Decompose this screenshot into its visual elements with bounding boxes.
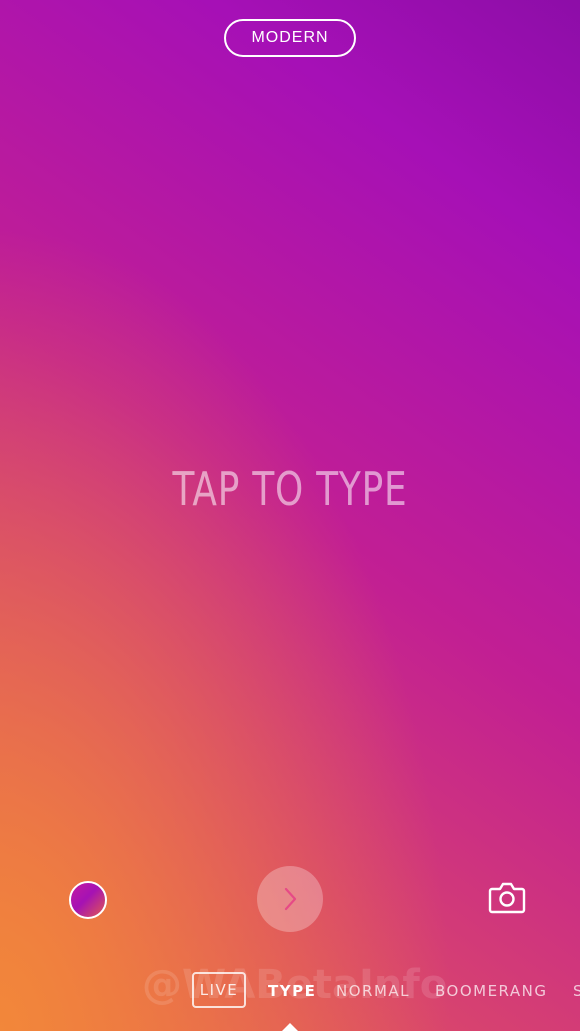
mode-live[interactable]: LIVE [192,972,246,1008]
type-mode-screen: MODERN TAP TO TYPE @WABetaInfo LIVE TYPE… [0,0,580,1031]
mode-superzoom[interactable]: S [573,968,580,1014]
font-style-button[interactable]: MODERN [224,19,356,57]
mode-live-label: LIVE [199,981,239,999]
color-circle-icon[interactable] [69,881,107,919]
next-button[interactable] [257,866,323,932]
selected-mode-indicator [282,1023,298,1031]
camera-icon [488,882,526,914]
mode-boomerang[interactable]: BOOMERANG [435,968,547,1014]
tap-to-type-placeholder[interactable]: TAP TO TYPE [64,462,516,516]
camera-switch-button[interactable] [488,880,526,916]
mode-type[interactable]: TYPE [268,968,316,1014]
mode-normal[interactable]: NORMAL [336,968,410,1014]
chevron-right-icon [284,887,297,911]
font-style-label: MODERN [251,29,329,46]
